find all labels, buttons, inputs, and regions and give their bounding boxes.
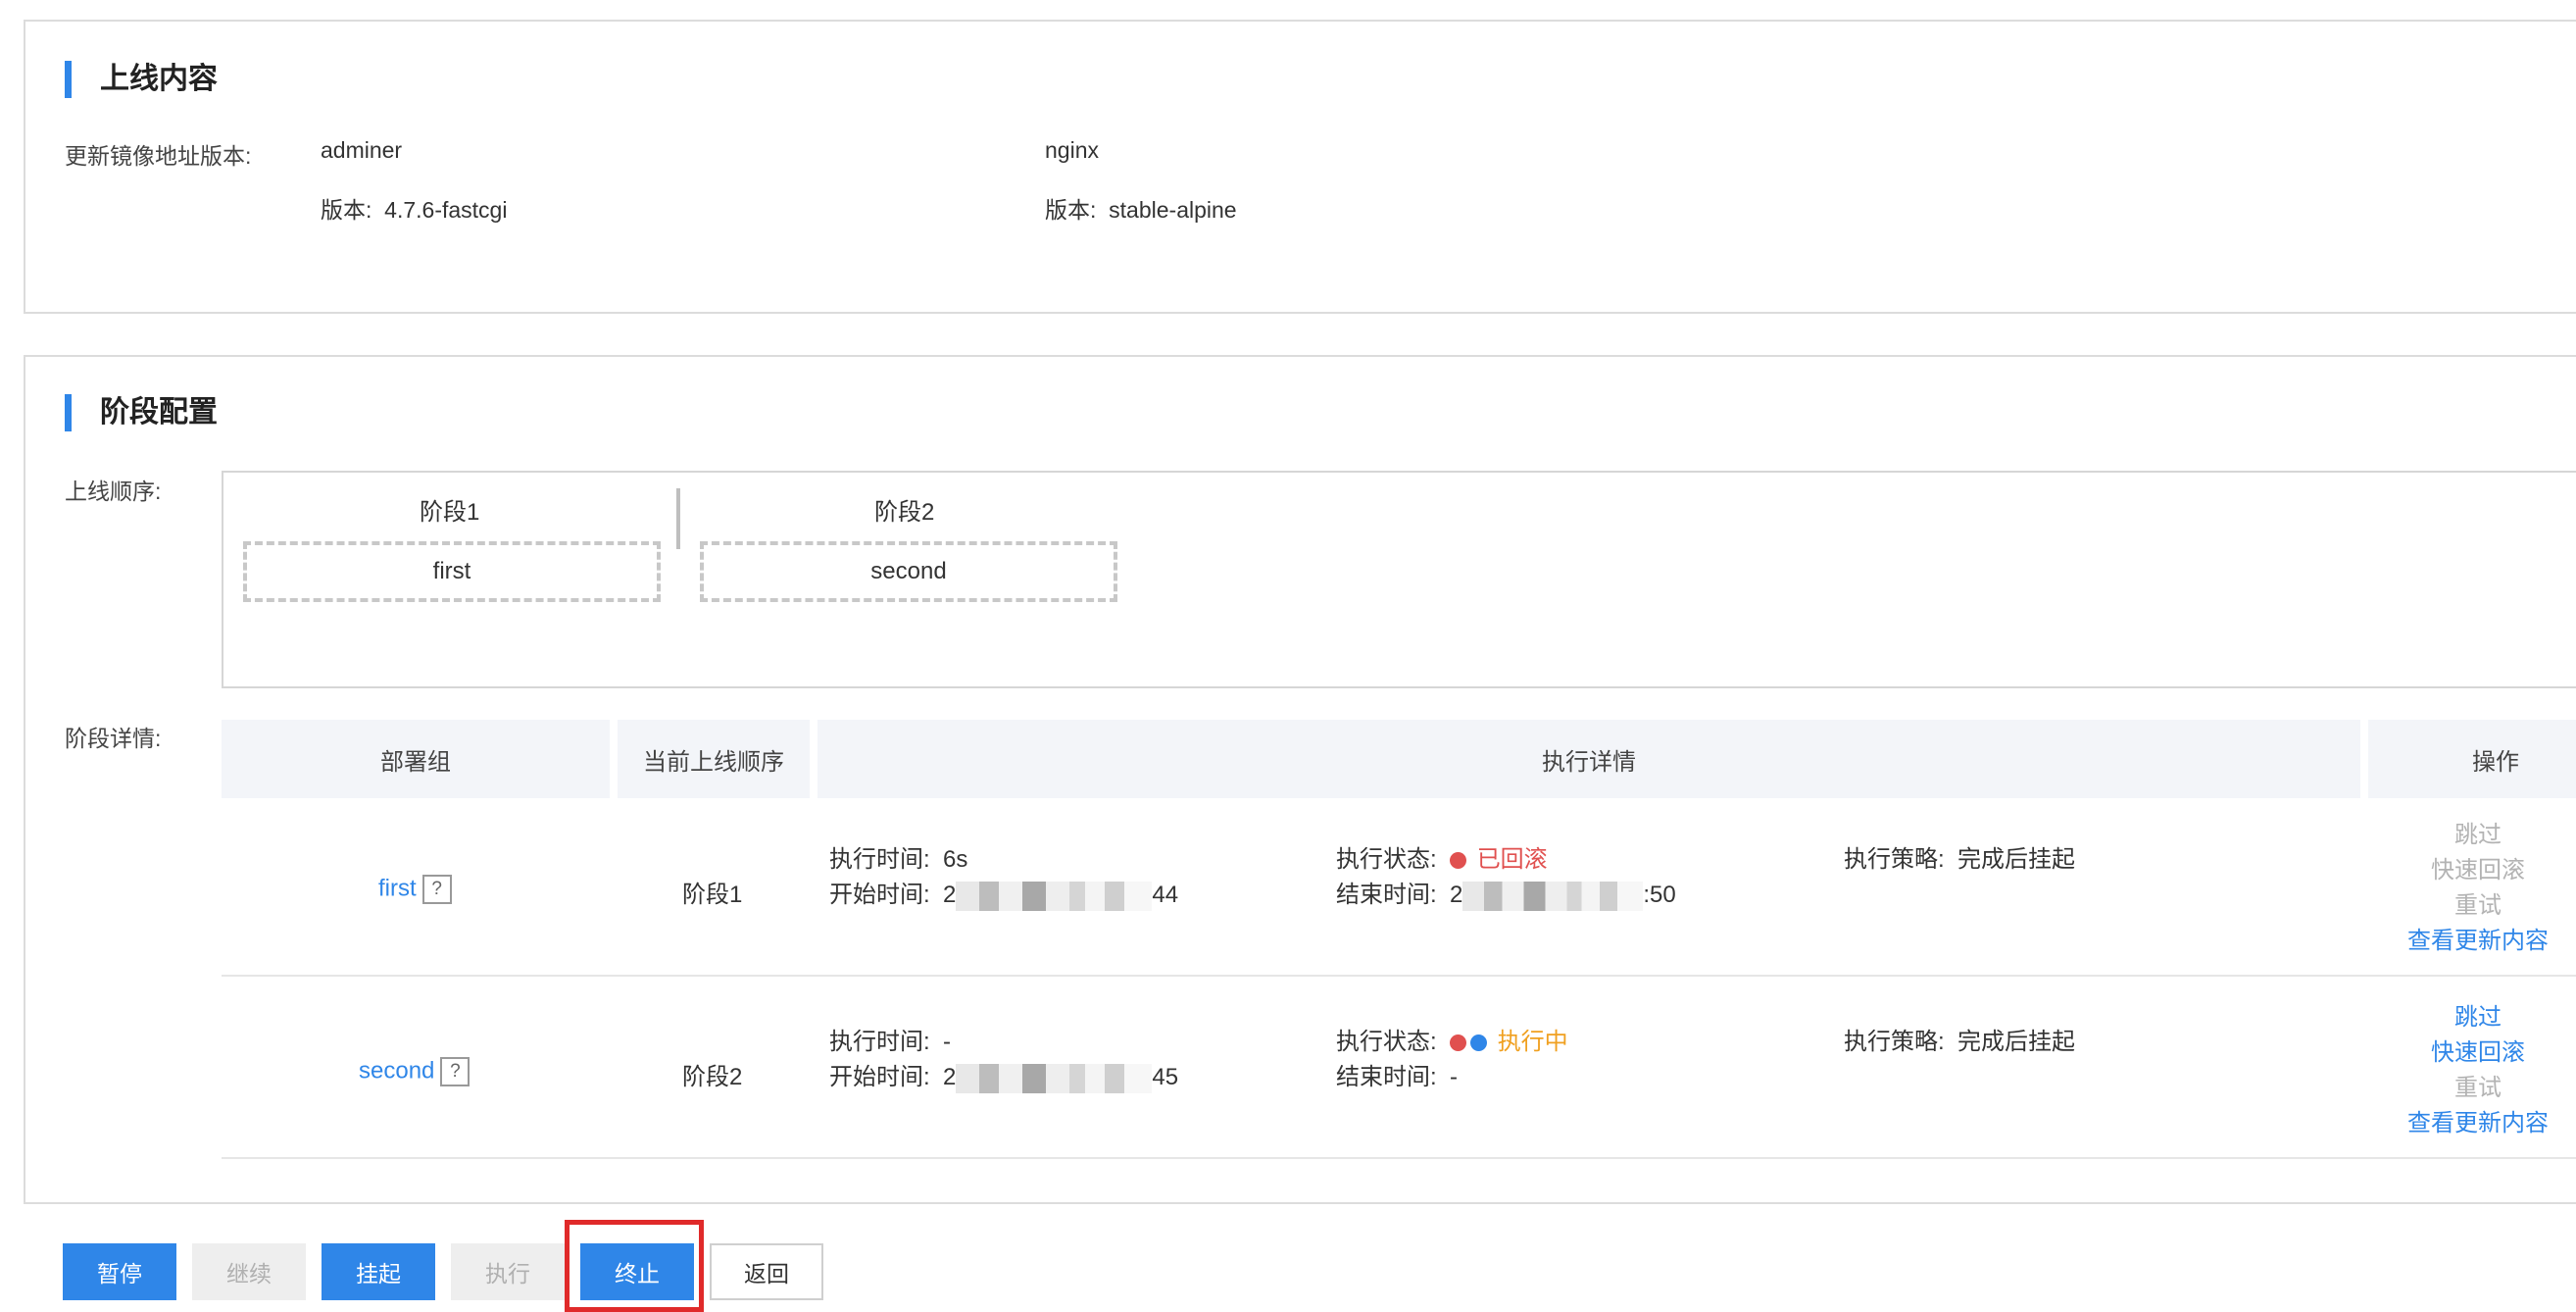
row-divider	[222, 1157, 2576, 1159]
col-header-group: 部署组	[222, 720, 610, 798]
retry-button[interactable]: 重试	[2380, 888, 2576, 924]
exec-time: 执行时间: 6s	[829, 846, 968, 873]
stage-divider	[676, 488, 680, 549]
terminate-highlight-box	[565, 1220, 704, 1312]
exec-status: 执行状态: 已回滚	[1336, 846, 1548, 873]
end-time: 结束时间: -	[1336, 1064, 1459, 1090]
stage-detail-label: 阶段详情:	[65, 726, 162, 751]
col-header-exec-detail: 执行详情	[817, 720, 2360, 798]
row-operations: 跳过 快速回滚 重试 查看更新内容	[2380, 1000, 2576, 1141]
redacted-timestamp	[956, 1063, 1153, 1093]
continue-button[interactable]: 继续	[192, 1243, 306, 1300]
image-version-adminer: 版本: 4.7.6-fastcgi	[321, 197, 508, 223]
view-update-content-link[interactable]: 查看更新内容	[2380, 924, 2576, 959]
stage-section-title: 阶段配置	[100, 396, 218, 429]
stage-group-second[interactable]: second	[700, 541, 1117, 602]
exec-strategy: 执行策略: 完成后挂起	[1844, 1029, 2076, 1055]
image-name-adminer: adminer	[321, 137, 403, 163]
release-order-box: 阶段1 阶段2 first second	[222, 471, 2576, 688]
stage-group-first[interactable]: first	[243, 541, 661, 602]
row-divider	[222, 975, 2576, 977]
release-order-label: 上线顺序:	[65, 479, 162, 504]
content-section-title: 上线内容	[100, 63, 218, 95]
col-header-order: 当前上线顺序	[618, 720, 810, 798]
stage-panel: 阶段配置 上线顺序: 阶段1 阶段2 first second 阶段详情: 部署…	[24, 355, 2576, 1204]
help-icon[interactable]: ?	[440, 1057, 471, 1086]
start-time: 开始时间: 2 45	[829, 1057, 1178, 1093]
col-header-operations: 操作	[2368, 720, 2576, 798]
start-time: 开始时间: 2 44	[829, 875, 1178, 911]
exec-strategy: 执行策略: 完成后挂起	[1844, 846, 2076, 873]
group-link-second[interactable]: second	[359, 1057, 434, 1084]
status-dot-red	[1450, 852, 1467, 870]
help-icon[interactable]: ?	[421, 875, 452, 904]
group-link-first[interactable]: first	[378, 875, 417, 901]
exec-status: 执行状态: 执行中	[1336, 1029, 1568, 1055]
quick-rollback-button[interactable]: 快速回滚	[2380, 853, 2576, 888]
stage-header-2: 阶段2	[874, 499, 935, 526]
skip-button[interactable]: 跳过	[2380, 818, 2576, 853]
quick-rollback-button[interactable]: 快速回滚	[2380, 1035, 2576, 1071]
retry-button[interactable]: 重试	[2380, 1071, 2576, 1106]
row-order: 阶段1	[682, 882, 743, 908]
redacted-timestamp	[956, 881, 1153, 911]
view-update-content-link[interactable]: 查看更新内容	[2380, 1106, 2576, 1141]
table-row-group: second?	[359, 1057, 471, 1086]
section-accent-bar	[65, 394, 72, 431]
status-dot-blue	[1470, 1034, 1488, 1052]
table-row-group: first?	[378, 875, 452, 904]
suspend-button[interactable]: 挂起	[322, 1243, 435, 1300]
image-version-nginx: 版本: stable-alpine	[1045, 197, 1237, 223]
end-time: 结束时间: 2:50	[1336, 875, 1676, 911]
row-operations: 跳过 快速回滚 重试 查看更新内容	[2380, 818, 2576, 959]
stage-header-1: 阶段1	[420, 499, 480, 526]
image-name-nginx: nginx	[1045, 137, 1099, 163]
execute-button[interactable]: 执行	[451, 1243, 565, 1300]
content-panel: 上线内容 更新镜像地址版本: adminer 版本: 4.7.6-fastcgi…	[24, 20, 2576, 314]
row-order: 阶段2	[682, 1064, 743, 1090]
redacted-timestamp	[1462, 881, 1644, 911]
exec-time: 执行时间: -	[829, 1029, 952, 1055]
image-version-label: 更新镜像地址版本:	[65, 143, 252, 169]
status-dot-red	[1450, 1034, 1467, 1052]
pause-button[interactable]: 暂停	[63, 1243, 176, 1300]
skip-button[interactable]: 跳过	[2380, 1000, 2576, 1035]
back-button[interactable]: 返回	[710, 1243, 823, 1300]
section-accent-bar	[65, 61, 72, 98]
